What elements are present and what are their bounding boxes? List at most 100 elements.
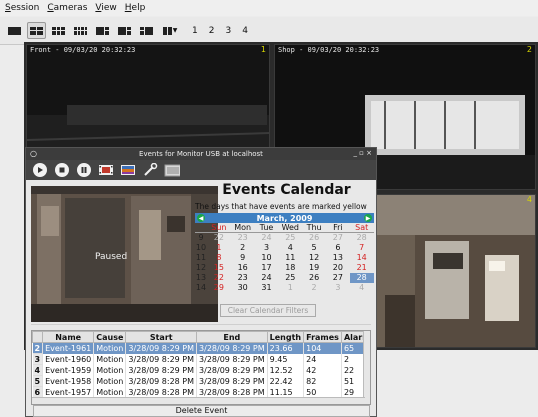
clear-calendar-filters-button[interactable]: Clear Calendar Filters xyxy=(220,304,316,317)
calendar-day[interactable]: 9 xyxy=(231,253,255,263)
calendar-day-header: Fri xyxy=(325,223,350,233)
prev-month-button[interactable]: ◀ xyxy=(197,214,205,222)
calendar-day[interactable]: 1 xyxy=(278,283,302,293)
table-cell: Motion xyxy=(93,375,127,387)
page-2-button[interactable]: 2 xyxy=(209,26,215,36)
calendar-day[interactable]: 29 xyxy=(207,283,231,293)
calendar-day[interactable]: 21 xyxy=(350,263,374,273)
calendar-day[interactable]: 3 xyxy=(255,243,279,253)
calendar-day[interactable]: 10 xyxy=(255,253,279,263)
calendar-day[interactable]: 13 xyxy=(326,253,350,263)
settings-button[interactable] xyxy=(142,162,158,178)
table-cell: 3/28/09 8:29 PM xyxy=(196,353,268,365)
calendar-day[interactable]: 14 xyxy=(350,253,374,263)
preview-status: Paused xyxy=(95,252,128,262)
calendar-day[interactable]: 5 xyxy=(302,243,326,253)
table-row[interactable]: 5 Event-1958 Motion 3/28/09 8:28 PM 3/28/09 … xyxy=(32,375,370,387)
calendar-day[interactable]: 19 xyxy=(302,263,326,273)
table-row[interactable]: 2 Event-1961 Motion 3/28/09 8:29 PM 3/28/09 … xyxy=(32,342,370,354)
calendar-day[interactable]: 28 xyxy=(350,233,374,243)
table-cell: 11.15 xyxy=(267,386,305,398)
delete-event-button[interactable]: Delete Event xyxy=(33,405,370,417)
calendar-day[interactable]: 23 xyxy=(231,273,255,283)
window-menu-icon[interactable]: ○ xyxy=(30,149,37,158)
calendar-day[interactable]: 8 xyxy=(207,253,231,263)
layout-1plus12-button[interactable] xyxy=(137,22,156,39)
menu-session[interactable]: Session xyxy=(5,3,39,13)
stop-icon xyxy=(55,163,69,177)
stop-button[interactable] xyxy=(54,162,70,178)
event-preview[interactable]: Paused xyxy=(31,186,218,322)
calendar-day[interactable]: 27 xyxy=(326,273,350,283)
calendar-day[interactable]: 26 xyxy=(302,273,326,283)
calendar-day[interactable]: 18 xyxy=(278,263,302,273)
column-header[interactable]: End xyxy=(196,331,268,343)
calendar-day[interactable]: 2 xyxy=(302,283,326,293)
calendar-day[interactable]: 31 xyxy=(255,283,279,293)
calendar-day[interactable]: 30 xyxy=(231,283,255,293)
dialog-titlebar[interactable]: ○ Events for Monitor USB at localhost _ … xyxy=(26,148,376,160)
calendar-day[interactable]: 22 xyxy=(207,233,231,243)
page-3-button[interactable]: 3 xyxy=(225,26,231,36)
layout-4x4-button[interactable] xyxy=(71,22,90,39)
calendar-day[interactable]: 6 xyxy=(326,243,350,253)
page-1-button[interactable]: 1 xyxy=(192,26,198,36)
column-header[interactable]: Start xyxy=(125,331,198,343)
layout-1plus7-button[interactable] xyxy=(115,22,134,39)
table-cell: Motion xyxy=(93,353,127,365)
menu-view[interactable]: View xyxy=(95,3,116,13)
calendar-day[interactable]: 7 xyxy=(350,243,374,253)
calendar-day[interactable]: 4 xyxy=(278,243,302,253)
calendar-day[interactable]: 28 xyxy=(349,273,374,283)
column-header[interactable]: Name xyxy=(42,331,95,343)
column-header[interactable]: Frames xyxy=(303,331,342,343)
menu-help[interactable]: Help xyxy=(125,3,146,13)
calendar-day[interactable]: 12 xyxy=(302,253,326,263)
row-number: 6 xyxy=(32,386,44,398)
column-header[interactable]: Length xyxy=(266,331,305,343)
layout-3x3-button[interactable] xyxy=(49,22,68,39)
calendar-day[interactable]: 11 xyxy=(278,253,302,263)
calendar-day[interactable]: 15 xyxy=(207,263,231,273)
calendar-week-number: 9 xyxy=(198,233,204,242)
table-row[interactable]: 3 Event-1960 Motion 3/28/09 8:29 PM 3/28/09 … xyxy=(32,353,370,365)
column-header[interactable]: Cause xyxy=(93,331,127,343)
pause-button[interactable] xyxy=(76,162,92,178)
calendar-day[interactable]: 27 xyxy=(326,233,350,243)
layout-grid-large-icon xyxy=(74,26,87,35)
menu-cameras[interactable]: Cameras xyxy=(47,3,87,13)
calendar-day[interactable]: 26 xyxy=(302,233,326,243)
table-row[interactable]: 6 Event-1957 Motion 3/28/09 8:28 PM 3/28/09 … xyxy=(32,386,370,398)
layout-more-dropdown[interactable]: ▼ xyxy=(159,22,181,39)
calendar-day[interactable]: 24 xyxy=(255,233,279,243)
calendar-day[interactable]: 25 xyxy=(278,273,302,283)
row-number-header xyxy=(32,331,44,343)
export-image-button[interactable] xyxy=(120,162,136,178)
snapshot-button[interactable] xyxy=(164,162,180,178)
table-row[interactable]: 4 Event-1959 Motion 3/28/09 8:29 PM 3/28/09 … xyxy=(32,364,370,376)
layout-1plus5-button[interactable] xyxy=(93,22,112,39)
calendar-day[interactable]: 3 xyxy=(326,283,350,293)
next-month-button[interactable]: ▶ xyxy=(364,214,372,222)
layout-2x2-button[interactable] xyxy=(27,22,46,39)
calendar-day[interactable]: 17 xyxy=(255,263,279,273)
calendar-day-header: Tue xyxy=(254,223,279,233)
calendar-day[interactable]: 2 xyxy=(231,243,255,253)
calendar-day[interactable]: 23 xyxy=(231,233,255,243)
calendar-day[interactable]: 24 xyxy=(255,273,279,283)
window-controls[interactable]: _ ▫ × xyxy=(353,149,372,157)
calendar-day[interactable]: 4 xyxy=(350,283,374,293)
export-video-button[interactable] xyxy=(98,162,114,178)
layout-1x1-button[interactable] xyxy=(5,22,24,39)
horizontal-scrollbar[interactable] xyxy=(32,397,365,404)
table-cell: Motion xyxy=(93,386,127,398)
screenshot-icon xyxy=(164,164,180,177)
vertical-scrollbar[interactable] xyxy=(363,331,370,404)
calendar-day[interactable]: 16 xyxy=(231,263,255,273)
calendar-day[interactable]: 25 xyxy=(278,233,302,243)
play-button[interactable] xyxy=(32,162,48,178)
calendar-day[interactable]: 22 xyxy=(207,273,231,283)
calendar-day[interactable]: 1 xyxy=(207,243,231,253)
calendar-day[interactable]: 20 xyxy=(326,263,350,273)
page-4-button[interactable]: 4 xyxy=(242,26,248,36)
